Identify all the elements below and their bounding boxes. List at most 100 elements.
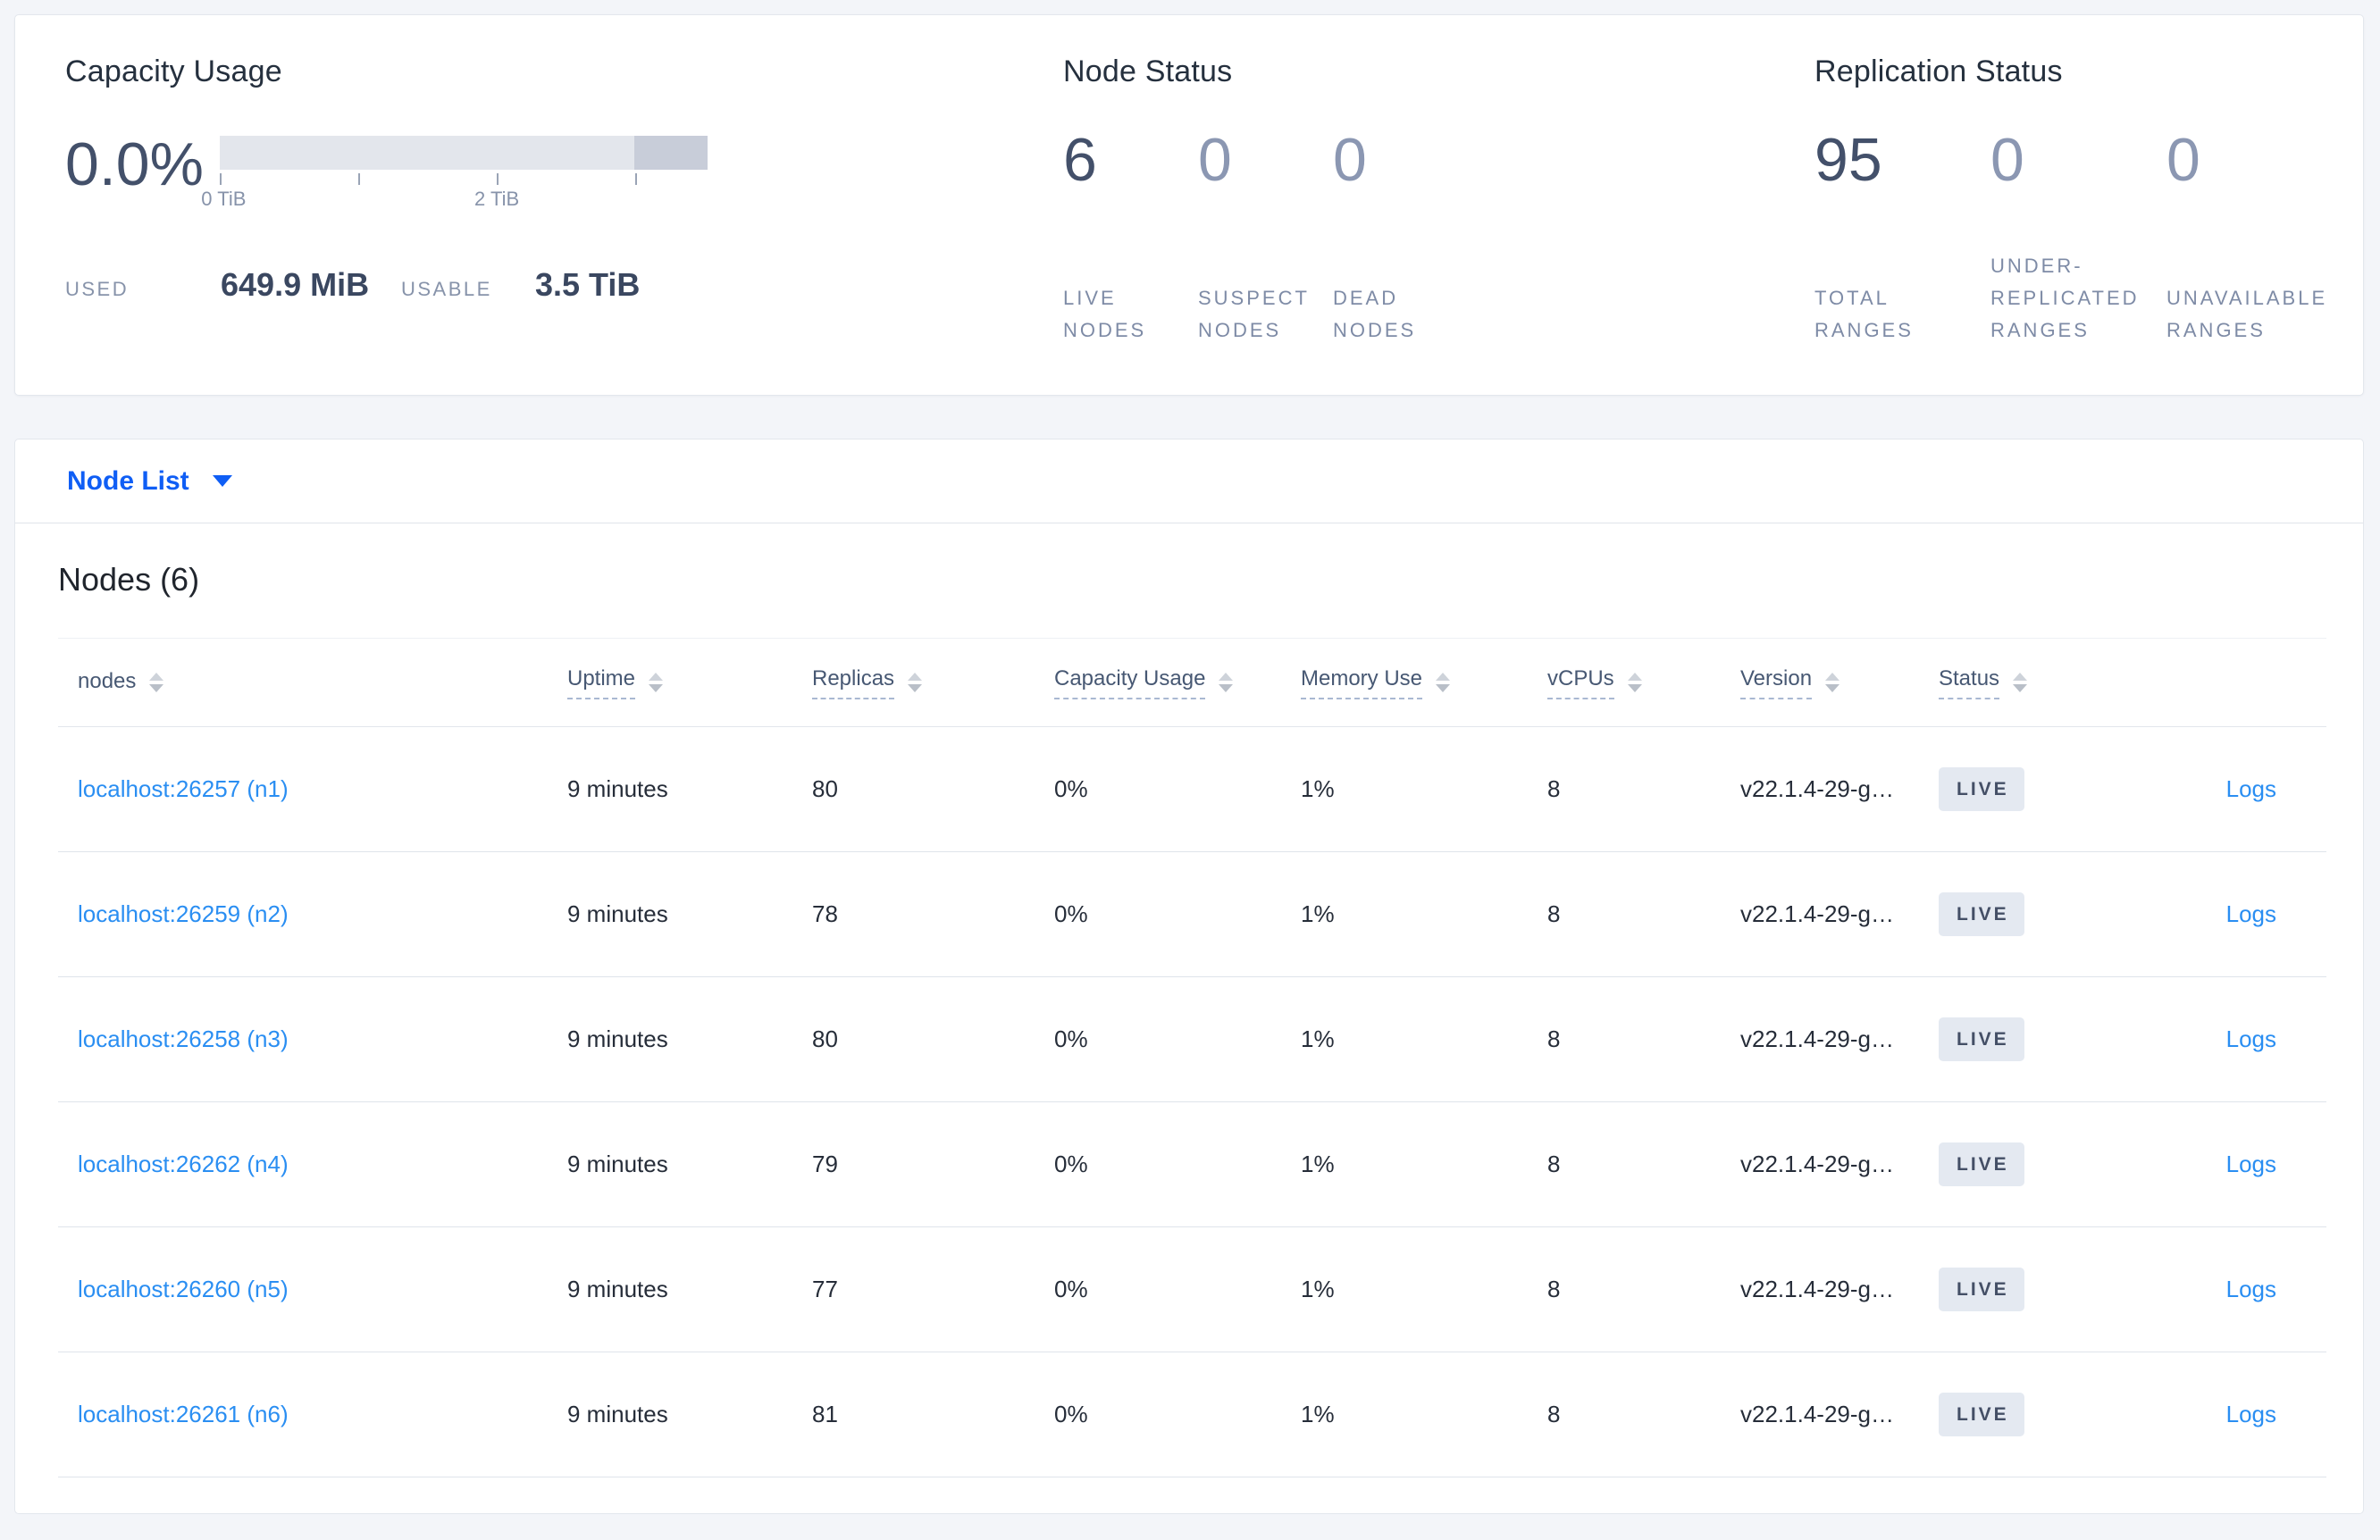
nodes-count-heading: Nodes (6): [58, 561, 200, 598]
version-cell: v22.1.4-29-g…: [1740, 1276, 1894, 1302]
axis-tick: [635, 173, 638, 185]
status-badge: LIVE: [1939, 1142, 2024, 1186]
sort-icon: [149, 673, 164, 692]
node-link[interactable]: localhost:26258 (n3): [78, 1025, 289, 1052]
total-ranges-stat: 95 TOTAL RANGES: [1814, 130, 1990, 347]
node-link[interactable]: localhost:26260 (n5): [78, 1276, 289, 1302]
version-cell: v22.1.4-29-g…: [1740, 1401, 1894, 1427]
capacity-axis: [220, 170, 708, 185]
capacity-cell: 0%: [1054, 900, 1088, 927]
vcpus-cell: 8: [1547, 900, 1561, 927]
sort-icon: [1825, 673, 1840, 692]
logs-link[interactable]: Logs: [2226, 1025, 2276, 1052]
capacity-bar-other-segment: [634, 136, 708, 170]
capacity-cell: 0%: [1054, 1025, 1088, 1052]
suspect-nodes-stat: 0 SUSPECT NODES: [1198, 130, 1333, 347]
version-cell: v22.1.4-29-g…: [1740, 775, 1894, 802]
chevron-down-icon: [212, 475, 232, 487]
unavailable-ranges-label: UNAVAILABLE RANGES: [2166, 287, 2328, 341]
column-header-uptime[interactable]: Uptime: [567, 666, 812, 699]
used-value: 649.9 MiB: [221, 266, 370, 303]
column-header-vcpus[interactable]: vCPUs: [1547, 666, 1740, 699]
sort-icon: [1436, 673, 1451, 692]
memory-cell: 1%: [1301, 1276, 1335, 1302]
logs-link[interactable]: Logs: [2226, 1151, 2276, 1177]
total-ranges-label: TOTAL RANGES: [1814, 287, 1914, 341]
capacity-percent: 0.0%: [65, 130, 204, 198]
live-nodes-label: LIVE NODES: [1063, 287, 1147, 341]
replicas-cell: 79: [812, 1151, 838, 1177]
table-row: localhost:26257 (n1) 9 minutes 80 0% 1% …: [58, 727, 2326, 852]
replication-status-section: Replication Status 95 TOTAL RANGES 0 UND…: [1814, 54, 2363, 395]
nodes-table: nodes Uptime Replicas Capacity Usage Mem…: [58, 639, 2326, 1477]
uptime-cell: 9 minutes: [567, 1151, 668, 1177]
dead-nodes-label: DEAD NODES: [1333, 287, 1417, 341]
vcpus-cell: 8: [1547, 775, 1561, 802]
nodes-table-panel: Nodes (6) nodes Uptime Replicas Capacity…: [15, 523, 2363, 1513]
view-selector-bar: Node List: [15, 439, 2363, 523]
table-row: localhost:26260 (n5) 9 minutes 77 0% 1% …: [58, 1227, 2326, 1352]
under-replicated-ranges-stat: 0 UNDER- REPLICATED RANGES: [1990, 130, 2166, 347]
replicas-cell: 78: [812, 900, 838, 927]
capacity-cell: 0%: [1054, 1401, 1088, 1427]
status-badge: LIVE: [1939, 1268, 2024, 1311]
version-cell: v22.1.4-29-g…: [1740, 900, 1894, 927]
under-replicated-ranges-value: 0: [1990, 126, 2024, 194]
unavailable-ranges-value: 0: [2166, 126, 2200, 194]
column-header-nodes[interactable]: nodes: [58, 669, 567, 697]
capacity-cell: 0%: [1054, 1151, 1088, 1177]
column-header-capacity-usage[interactable]: Capacity Usage: [1054, 666, 1301, 699]
total-ranges-value: 95: [1814, 126, 1882, 194]
capacity-bar-track: [220, 136, 708, 170]
version-cell: v22.1.4-29-g…: [1740, 1151, 1894, 1177]
vcpus-cell: 8: [1547, 1025, 1561, 1052]
sort-icon: [1219, 673, 1234, 692]
node-link[interactable]: localhost:26262 (n4): [78, 1151, 289, 1177]
memory-cell: 1%: [1301, 1025, 1335, 1052]
capacity-usage-section: Capacity Usage 0.0% 0 TiB 2 TiB USED 649…: [65, 54, 1063, 395]
table-row: localhost:26259 (n2) 9 minutes 78 0% 1% …: [58, 852, 2326, 977]
node-link[interactable]: localhost:26261 (n6): [78, 1401, 289, 1427]
memory-cell: 1%: [1301, 900, 1335, 927]
unavailable-ranges-stat: 0 UNAVAILABLE RANGES: [2166, 130, 2342, 347]
capacity-usage-title: Capacity Usage: [65, 54, 282, 88]
status-badge: LIVE: [1939, 1017, 2024, 1061]
table-row: localhost:26262 (n4) 9 minutes 79 0% 1% …: [58, 1102, 2326, 1227]
capacity-cell: 0%: [1054, 775, 1088, 802]
used-label: USED: [65, 278, 130, 300]
under-replicated-ranges-label: UNDER- REPLICATED RANGES: [1990, 255, 2140, 341]
column-header-memory-use[interactable]: Memory Use: [1301, 666, 1547, 699]
column-header-replicas[interactable]: Replicas: [812, 666, 1054, 699]
node-list-dropdown-label: Node List: [67, 465, 189, 496]
node-status-title: Node Status: [1063, 54, 1233, 88]
logs-link[interactable]: Logs: [2226, 900, 2276, 927]
dead-nodes-stat: 0 DEAD NODES: [1333, 130, 1468, 347]
node-link[interactable]: localhost:26259 (n2): [78, 900, 289, 927]
uptime-cell: 9 minutes: [567, 1401, 668, 1427]
replicas-cell: 77: [812, 1276, 838, 1302]
usable-label: USABLE: [401, 278, 492, 300]
axis-tick: [220, 173, 222, 185]
column-header-version[interactable]: Version: [1740, 666, 1939, 699]
column-header-status[interactable]: Status: [1939, 666, 2189, 699]
usable-value: 3.5 TiB: [535, 266, 641, 303]
table-row: localhost:26261 (n6) 9 minutes 81 0% 1% …: [58, 1352, 2326, 1477]
sort-icon: [2013, 673, 2028, 692]
axis-label-2tib: 2 TiB: [474, 188, 520, 210]
replicas-cell: 80: [812, 1025, 838, 1052]
suspect-nodes-label: SUSPECT NODES: [1198, 287, 1310, 341]
vcpus-cell: 8: [1547, 1151, 1561, 1177]
suspect-nodes-value: 0: [1198, 126, 1232, 194]
node-link[interactable]: localhost:26257 (n1): [78, 775, 289, 802]
logs-link[interactable]: Logs: [2226, 775, 2276, 802]
dead-nodes-value: 0: [1333, 126, 1367, 194]
node-status-section: Node Status 6 LIVE NODES 0 SUSPECT NODES…: [1063, 54, 1814, 395]
uptime-cell: 9 minutes: [567, 1276, 668, 1302]
table-header-row: nodes Uptime Replicas Capacity Usage Mem…: [58, 639, 2326, 727]
logs-link[interactable]: Logs: [2226, 1276, 2276, 1302]
node-list-dropdown[interactable]: Node List: [67, 466, 232, 497]
logs-link[interactable]: Logs: [2226, 1401, 2276, 1427]
memory-cell: 1%: [1301, 1151, 1335, 1177]
replicas-cell: 80: [812, 775, 838, 802]
uptime-cell: 9 minutes: [567, 775, 668, 802]
